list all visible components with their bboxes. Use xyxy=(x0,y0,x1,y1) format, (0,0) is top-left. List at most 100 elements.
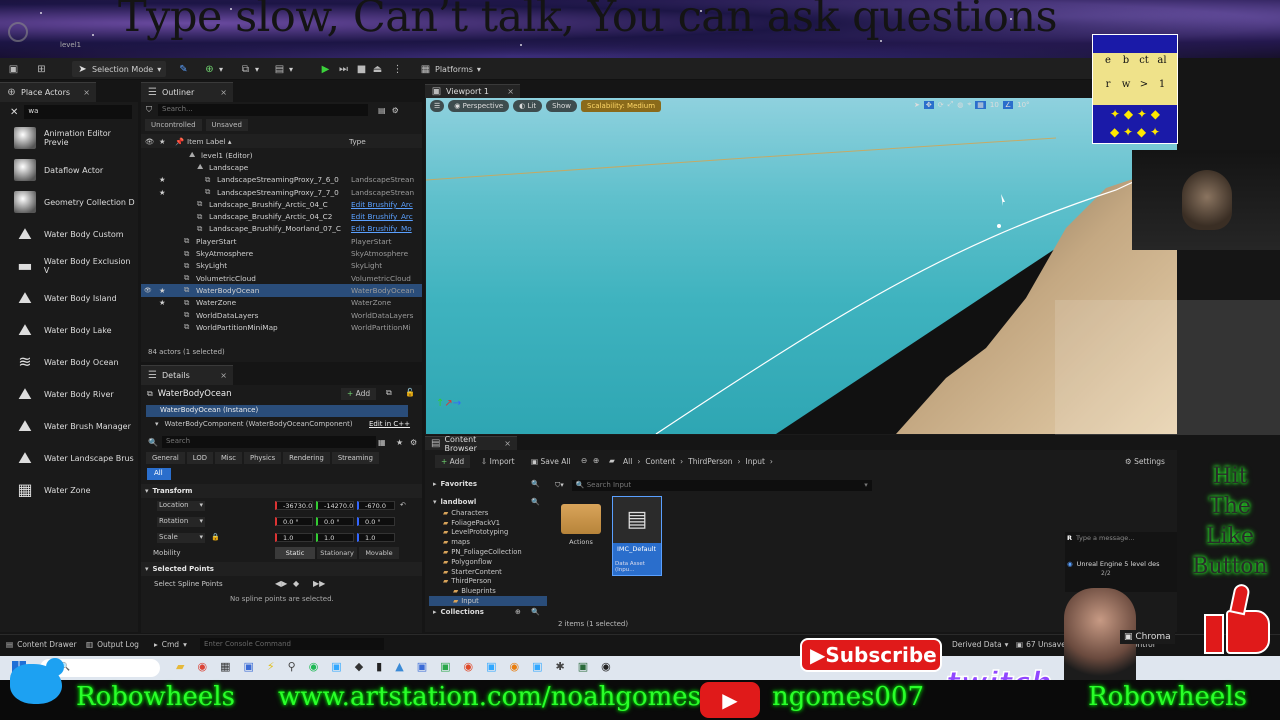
step-icon[interactable]: ⏭ xyxy=(338,64,349,75)
col-item-label[interactable]: Item Label ▴ xyxy=(187,137,232,146)
outliner-row[interactable]: ⧉ VolumetricCloud VolumetricCloud xyxy=(141,272,422,284)
scale-z[interactable]: 1.0 xyxy=(357,533,395,542)
world-icon[interactable]: ◍ xyxy=(957,101,963,109)
select-icon[interactable]: ➤ xyxy=(914,101,920,109)
scale-y[interactable]: 1.0 xyxy=(316,533,354,542)
place-actor-item[interactable]: ⛰ Water Body Lake xyxy=(0,314,138,346)
cmd-dropdown[interactable]: ▸ Cmd ▾ xyxy=(154,640,187,649)
place-actor-item[interactable]: ≋ Water Body Ocean xyxy=(0,346,138,378)
outliner-row[interactable]: ★ ⧉ WaterZone WaterZone xyxy=(141,297,422,309)
place-actors-search-input[interactable]: wa xyxy=(24,105,132,119)
folder-tree-item[interactable]: ▰ Characters xyxy=(429,508,547,518)
tab-viewport[interactable]: ▣ Viewport 1 × xyxy=(425,84,520,98)
perspective-button[interactable]: ◉ Perspective xyxy=(448,100,510,112)
reset-icon[interactable]: ↶ xyxy=(400,501,406,509)
app-icon[interactable]: ▣ xyxy=(578,660,588,673)
component-row[interactable]: WaterBodyComponent (WaterBodyOceanCompon… xyxy=(165,420,353,428)
filter-unsaved[interactable]: Unsaved xyxy=(205,119,248,131)
location-z[interactable]: -670.0 xyxy=(357,501,395,510)
chrome-icon[interactable]: ◉ xyxy=(197,660,207,673)
folder-tree-item[interactable]: ▰ Blueprints xyxy=(429,586,547,596)
outliner-row[interactable]: ⧉ Landscape_Brushify_Arctic_04_C2 Edit Bru… xyxy=(141,210,422,222)
breadcrumb-item[interactable]: ThirdPerson xyxy=(688,457,732,466)
back-icon[interactable]: ⊖ xyxy=(581,456,587,465)
folder-tree-item[interactable]: ▰ LevelPrototyping xyxy=(429,528,547,538)
prev-point-icon[interactable]: ◀▶ xyxy=(275,579,287,588)
collapse-icon[interactable]: ▾ xyxy=(145,565,149,573)
import-button[interactable]: ⇩ Import xyxy=(481,457,515,466)
star-icon[interactable]: ★ xyxy=(159,298,166,307)
place-actor-item[interactable]: ▬ Water Body Exclusion V xyxy=(0,250,138,282)
col-type[interactable]: Type xyxy=(349,137,366,146)
settings-icon[interactable]: ⚙ xyxy=(410,438,417,447)
app-icon[interactable]: ▣ xyxy=(532,660,542,673)
category-tab[interactable]: Streaming xyxy=(331,452,379,464)
outliner-row[interactable]: ★ ⧉ LandscapeStreamingProxy_7_7_0 Landscape… xyxy=(141,186,422,198)
app-icon[interactable]: ◉ xyxy=(464,660,474,673)
tab-content-browser[interactable]: ▤ Content Browser × xyxy=(425,435,517,453)
place-actor-item[interactable]: ⛰ Water Landscape Brus xyxy=(0,442,138,474)
location-y[interactable]: -14270.0 xyxy=(316,501,354,510)
app-icon[interactable]: ◆ xyxy=(355,660,363,673)
next-point-icon[interactable]: ▶▶ xyxy=(313,579,325,588)
outliner-search-input[interactable]: Search... xyxy=(158,104,368,116)
app-icon[interactable]: ▲ xyxy=(395,660,403,673)
mobility-stationary[interactable]: Stationary xyxy=(317,547,357,559)
scalability-badge[interactable]: Scalability: Medium xyxy=(581,100,662,112)
platforms-dropdown[interactable]: ▦ Platforms ▾ xyxy=(420,58,481,80)
place-actor-item[interactable]: ⛰ Water Brush Manager xyxy=(0,410,138,442)
rotation-y[interactable]: 0.0 ° xyxy=(316,517,354,526)
collapse-icon[interactable]: ▾ xyxy=(145,487,149,495)
blender-icon[interactable]: ◉ xyxy=(510,660,520,673)
scale-icon[interactable]: ⤢ xyxy=(948,100,954,109)
mobility-static[interactable]: Static xyxy=(275,547,315,559)
scale-x[interactable]: 1.0 xyxy=(275,533,313,542)
expand-icon[interactable]: ▸ xyxy=(433,480,437,488)
app-icon[interactable]: ⚲ xyxy=(288,660,296,673)
tab-place-actors[interactable]: ⊕ Place Actors × xyxy=(0,82,96,102)
content-drawer-button[interactable]: ▤ Content Drawer xyxy=(6,640,77,649)
outliner-row[interactable]: ⛰ Landscape xyxy=(141,161,422,173)
console-input[interactable]: Enter Console Command xyxy=(200,638,384,650)
category-tab[interactable]: Misc xyxy=(214,452,242,464)
app-icon[interactable]: ▣ xyxy=(486,660,496,673)
unreal-icon[interactable]: ◉ xyxy=(601,660,611,673)
surface-snap-icon[interactable]: ⌖ xyxy=(967,100,971,109)
more-icon[interactable]: ⋮ xyxy=(392,64,403,75)
photoshop-icon[interactable]: ▣ xyxy=(331,660,341,673)
category-tab[interactable]: LOD xyxy=(186,452,213,464)
output-log-button[interactable]: ▥ Output Log xyxy=(86,640,139,649)
outliner-row[interactable]: ⛰ level1 (Editor) xyxy=(141,149,422,161)
app-icon[interactable]: ✱ xyxy=(556,660,565,673)
folder-tree-item[interactable]: ▰ FoliagePackV1 xyxy=(429,518,547,528)
folder-tree-item[interactable]: ▰ StarterContent xyxy=(429,567,547,577)
close-icon[interactable]: × xyxy=(220,371,227,380)
place-actor-item[interactable]: Animation Editor Previe xyxy=(0,122,138,154)
scale-dropdown[interactable]: Scale ▾ xyxy=(157,533,205,543)
search-icon[interactable]: 🔍 xyxy=(531,480,540,488)
file-explorer-icon[interactable]: ▰ xyxy=(176,660,184,673)
save-icon[interactable]: ▣ xyxy=(8,64,19,75)
selected-points-header[interactable]: Selected Points xyxy=(153,565,214,573)
select-all-icon[interactable]: ◆ xyxy=(293,579,299,588)
tab-details[interactable]: ☰ Details × xyxy=(141,365,233,385)
outliner-row[interactable]: ⧉ WorldPartitionMiniMap WorldPartitionMi xyxy=(141,321,422,333)
asset-actions-folder[interactable]: Actions xyxy=(559,500,603,560)
stop-icon[interactable]: ■ xyxy=(356,64,367,75)
folder-tree-item[interactable]: ▰ Input xyxy=(429,596,547,606)
spotify-icon[interactable]: ◉ xyxy=(309,660,319,673)
star-icon[interactable]: ★ xyxy=(159,188,166,197)
edit-cpp-link[interactable]: Edit in C++ xyxy=(369,420,410,428)
rotation-z[interactable]: 0.0 ° xyxy=(357,517,395,526)
save-all-button[interactable]: ▣ Save All xyxy=(531,457,571,466)
breadcrumb-item[interactable]: Content xyxy=(645,457,675,466)
eject-icon[interactable]: ⏏ xyxy=(372,64,383,75)
close-icon[interactable]: × xyxy=(83,88,90,97)
new-folder-icon[interactable]: ▤ xyxy=(378,106,386,115)
add-actor-icon[interactable]: ⊕ xyxy=(204,64,215,75)
rotate-icon[interactable]: ⟳ xyxy=(938,101,944,109)
lock-icon[interactable]: 🔒 xyxy=(211,533,220,541)
folder-tree-item[interactable]: ▰ PN_FoliageCollection xyxy=(429,547,547,557)
breadcrumb-item[interactable]: Input xyxy=(745,457,764,466)
clear-search-icon[interactable]: ✕ xyxy=(10,107,18,118)
